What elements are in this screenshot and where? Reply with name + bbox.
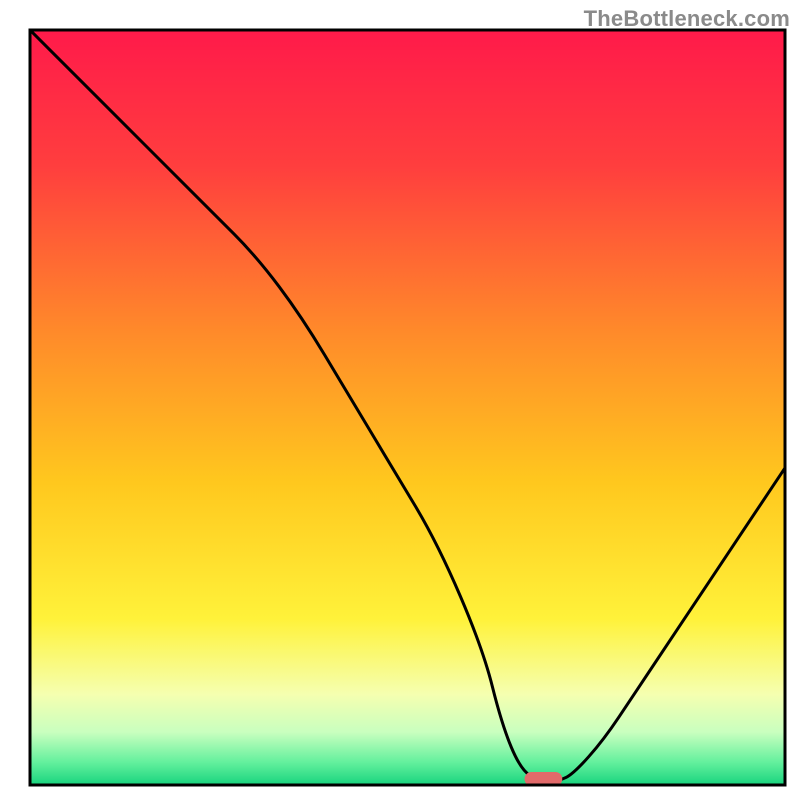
chart-svg — [0, 0, 800, 800]
watermark-text: TheBottleneck.com — [584, 6, 790, 32]
bottleneck-chart: TheBottleneck.com — [0, 0, 800, 800]
